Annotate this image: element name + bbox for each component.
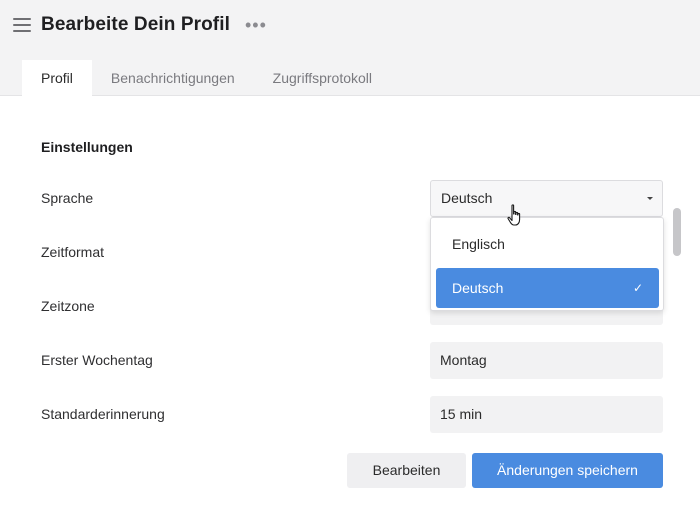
default-reminder-value: 15 min [440,406,483,422]
more-horizontal-icon[interactable]: ••• [245,16,267,34]
hamburger-menu-icon[interactable] [13,17,31,33]
caret-down-icon [647,197,653,200]
hand-pointer-cursor-icon [507,204,521,226]
default-reminder-field[interactable]: 15 min [430,396,663,433]
dropdown-option-englisch[interactable]: Englisch [436,224,659,264]
time-format-label: Zeitformat [41,244,105,260]
dropdown-option-label: Deutsch [452,280,504,296]
language-select-value: Deutsch [441,190,493,206]
edit-button[interactable]: Bearbeiten [347,453,466,488]
first-weekday-label: Erster Wochentag [41,352,153,368]
language-select[interactable]: Deutsch [430,180,663,217]
tab-profil[interactable]: Profil [22,60,92,96]
check-icon: ✓ [632,281,643,295]
language-label: Sprache [41,190,94,206]
dropdown-option-deutsch[interactable]: Deutsch ✓ [436,268,659,308]
tab-bar: Profil Benachrichtigungen Zugriffsprotok… [22,60,391,96]
page-title: Bearbeite Dein Profil [41,14,230,35]
first-weekday-field[interactable]: Montag [430,342,663,379]
tab-zugriffsprotokoll[interactable]: Zugriffsprotokoll [254,60,391,96]
default-reminder-label: Standarderinnerung [41,406,165,422]
first-weekday-value: Montag [440,352,487,368]
tab-benachrichtigungen[interactable]: Benachrichtigungen [92,60,254,96]
language-dropdown-menu: Englisch Deutsch ✓ [430,217,664,311]
dropdown-option-label: Englisch [452,236,505,252]
scrollbar-thumb[interactable] [673,208,681,256]
header-bar: Bearbeite Dein Profil ••• Profil Benachr… [0,0,700,96]
save-changes-button[interactable]: Änderungen speichern [472,453,663,488]
section-title: Einstellungen [41,139,133,155]
timezone-label: Zeitzone [41,298,95,314]
